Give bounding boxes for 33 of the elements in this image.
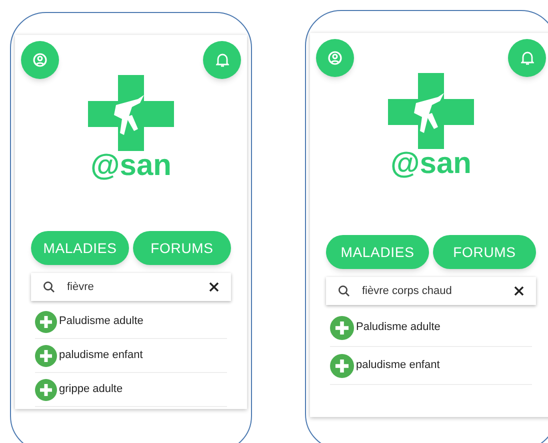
notifications-button[interactable]	[508, 39, 546, 77]
result-item[interactable]: paludisme enfant	[35, 339, 227, 373]
search-value: fièvre corps chaud	[362, 284, 453, 299]
close-icon[interactable]	[209, 282, 219, 292]
result-item[interactable]: Paludisme adulte	[330, 309, 532, 347]
search-field[interactable]: fièvre	[31, 273, 231, 301]
result-label: Paludisme adulte	[356, 320, 440, 336]
result-label: paludisme enfant	[356, 358, 440, 374]
logo-text: @san	[390, 149, 472, 179]
result-label: paludisme enfant	[59, 348, 143, 364]
profile-button[interactable]	[316, 39, 354, 77]
plus-circle-icon	[35, 344, 57, 366]
search-field[interactable]: fièvre corps chaud	[326, 277, 536, 305]
notifications-button[interactable]	[203, 41, 241, 79]
search-icon	[338, 285, 350, 297]
plus-circle-icon	[35, 310, 57, 332]
plus-circle-icon	[35, 378, 57, 400]
bell-icon	[216, 53, 228, 67]
search-icon	[43, 281, 55, 293]
plus-circle-icon	[330, 316, 354, 340]
result-item[interactable]: Paludisme adulte	[35, 305, 227, 339]
logo-text: @san	[90, 151, 172, 181]
result-item[interactable]: paludisme enfant	[330, 347, 532, 385]
close-icon[interactable]	[514, 286, 524, 296]
profile-button[interactable]	[21, 41, 59, 79]
user-icon	[33, 53, 47, 67]
result-label: Paludisme adulte	[59, 314, 144, 330]
result-label: grippe adulte	[59, 382, 123, 398]
result-item[interactable]: grippe adulte	[35, 373, 227, 407]
user-icon	[328, 51, 342, 65]
bell-icon	[520, 51, 534, 65]
search-value: fièvre	[67, 280, 95, 295]
plus-circle-icon	[330, 354, 354, 378]
